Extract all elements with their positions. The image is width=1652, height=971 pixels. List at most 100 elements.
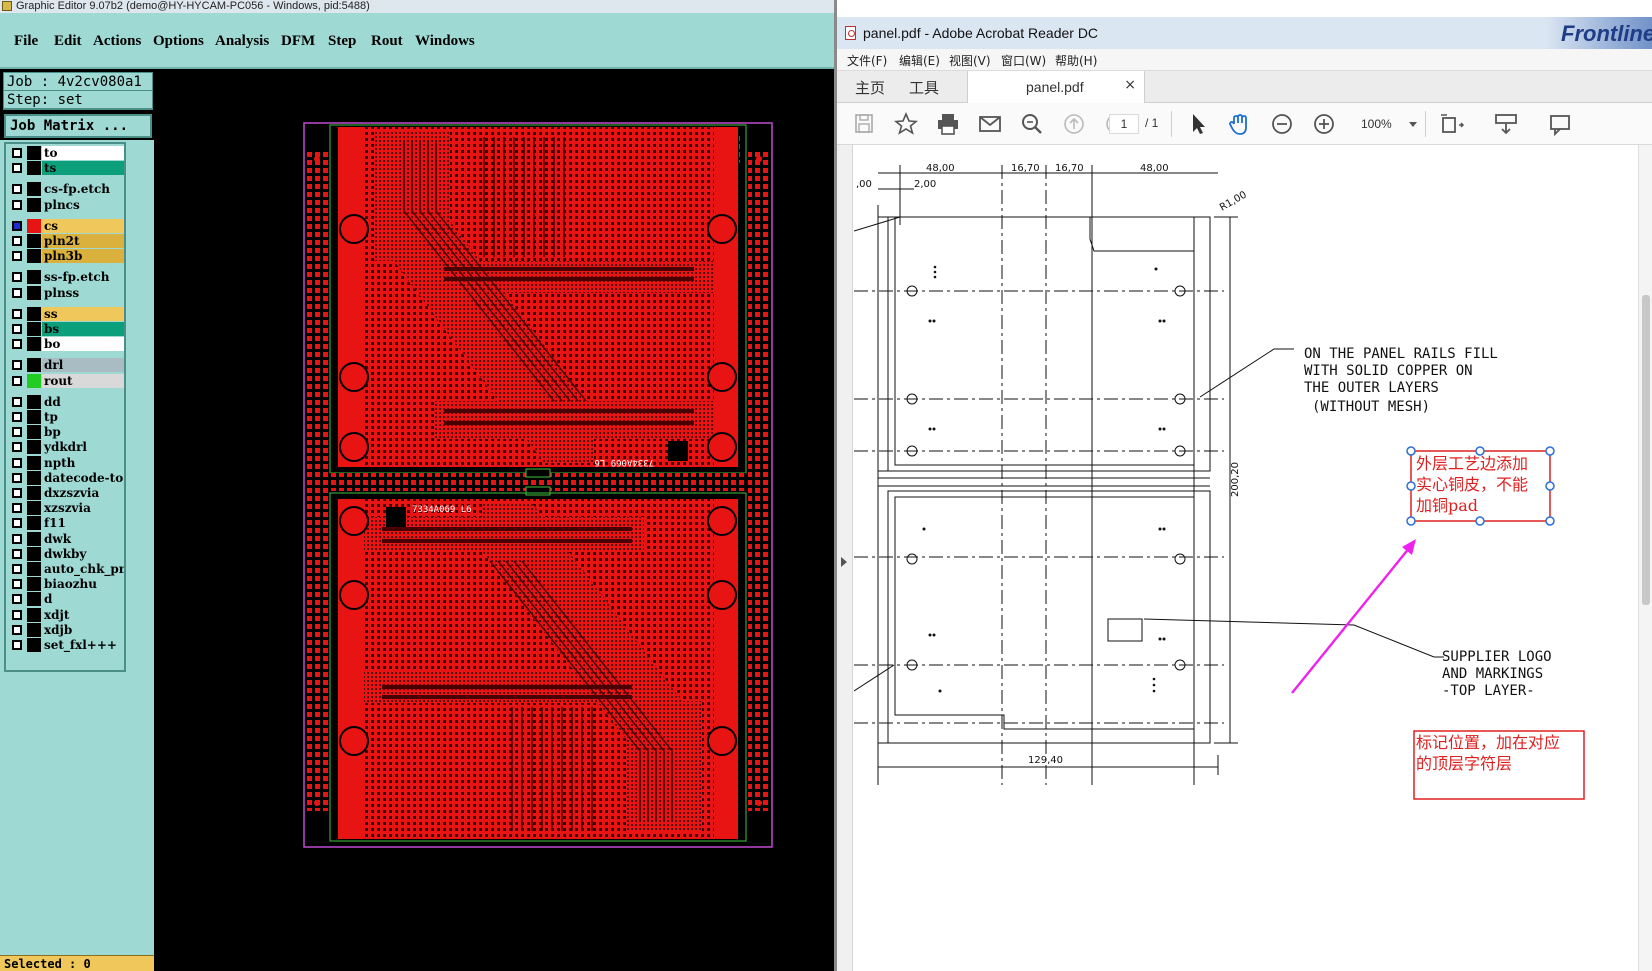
layer-row[interactable]: pln2t [8,234,124,248]
layer-checkbox[interactable] [12,396,22,407]
layer-row[interactable]: pln3b [8,249,124,264]
layer-row[interactable]: biaozhu [8,577,124,592]
layer-name[interactable]: npth [42,455,124,470]
layer-color-swatch[interactable] [27,546,41,561]
pdf-document-view[interactable]: 48,00 16,70 16,70 48,00 ,00 2,00 R1,00 2… [854,145,1634,971]
layer-color-swatch[interactable] [27,234,41,248]
layer-name[interactable]: ss-fp.etch [42,270,124,285]
layer-color-swatch[interactable] [27,577,41,592]
layer-color-swatch[interactable] [27,337,41,352]
layer-color-swatch[interactable] [27,394,41,409]
layer-color-swatch[interactable] [27,470,41,485]
fit-page-icon[interactable] [1439,112,1465,136]
layer-row[interactable]: ts [8,161,124,176]
layer-checkbox[interactable] [12,472,22,483]
layer-name[interactable]: bo [42,337,124,352]
layer-row[interactable]: plnss [8,285,124,300]
layer-row[interactable]: to [8,146,124,160]
layer-checkbox[interactable] [12,375,22,386]
layer-color-swatch[interactable] [27,455,41,470]
layer-row[interactable]: auto_chk_pnl [8,562,124,576]
layer-row[interactable]: plncs [8,197,124,212]
layer-row[interactable]: dd [8,394,124,409]
layer-checkbox[interactable] [12,272,22,283]
layer-checkbox[interactable] [12,184,22,195]
layer-name[interactable]: dwk [42,531,124,546]
layer-row[interactable]: xzszvia [8,501,124,516]
layer-name[interactable]: cs [42,218,124,233]
layer-name[interactable]: f11 [42,516,124,531]
layer-row[interactable]: bo [8,337,124,352]
layer-color-swatch[interactable] [27,440,41,455]
menu-help-cn[interactable]: 帮助(H) [1055,52,1097,69]
layer-checkbox[interactable] [12,412,22,422]
menu-analysis[interactable]: Analysis [215,33,269,50]
layer-checkbox[interactable] [12,360,22,371]
layer-color-swatch[interactable] [27,531,41,546]
layer-name[interactable]: bp [42,425,124,440]
menu-windows[interactable]: Windows [415,33,475,50]
layer-color-swatch[interactable] [27,638,41,652]
layer-name[interactable]: tp [42,410,124,424]
layer-name[interactable]: rout [42,373,124,388]
layer-color-swatch[interactable] [27,562,41,576]
layer-checkbox[interactable] [12,199,22,210]
layer-color-swatch[interactable] [27,218,41,233]
layer-name[interactable]: datecode-to [42,470,124,485]
layer-color-swatch[interactable] [27,197,41,212]
layer-row[interactable]: xdjb [8,622,124,637]
layer-checkbox[interactable] [12,442,22,453]
menu-actions[interactable]: Actions [93,33,141,50]
layer-checkbox[interactable] [12,533,22,544]
layer-color-swatch[interactable] [27,182,41,197]
layer-checkbox[interactable] [12,308,22,319]
email-icon[interactable] [977,112,1003,136]
layer-name[interactable]: cs-fp.etch [42,182,124,197]
layer-row[interactable]: dwk [8,531,124,546]
menu-file[interactable]: File [14,33,38,50]
layer-checkbox[interactable] [12,564,22,574]
layer-checkbox[interactable] [12,624,22,635]
layer-color-swatch[interactable] [27,410,41,424]
layer-checkbox[interactable] [12,594,22,605]
menu-step[interactable]: Step [328,33,356,50]
layer-checkbox[interactable] [12,609,22,620]
bookmark-star-icon[interactable] [893,111,919,136]
layer-name[interactable]: pln2t [42,234,124,248]
layer-name[interactable]: dd [42,394,124,409]
graphics-canvas[interactable]: 7334A069 L6 7334A069 L6 [154,71,834,971]
layer-row[interactable]: d [8,592,124,607]
layer-color-swatch[interactable] [27,592,41,607]
layer-row[interactable]: f11 [8,516,124,531]
layer-checkbox[interactable] [12,457,22,468]
layer-checkbox[interactable] [12,324,22,334]
layer-color-swatch[interactable] [27,607,41,622]
layer-name[interactable]: biaozhu [42,577,124,592]
layer-checkbox[interactable] [12,640,22,650]
layer-checkbox[interactable] [12,503,22,514]
layer-row[interactable]: xdjt [8,607,124,622]
comment-icon[interactable] [1547,112,1573,137]
layer-color-swatch[interactable] [27,358,41,373]
zoom-out-icon[interactable] [1269,112,1295,136]
layer-row[interactable]: datecode-to [8,470,124,485]
layer-color-swatch[interactable] [27,373,41,388]
scrollbar-thumb[interactable] [1642,295,1650,605]
zoom-in-icon[interactable] [1311,112,1337,136]
print-icon[interactable] [935,112,961,136]
layer-row[interactable]: bp [8,425,124,440]
layer-checkbox[interactable] [12,236,22,246]
tab-home[interactable]: 主页 [855,77,885,98]
layer-name[interactable]: ydkdrl [42,440,124,455]
layer-color-swatch[interactable] [27,146,41,160]
layer-row[interactable]: cs [8,218,124,233]
layer-row[interactable]: ss-fp.etch [8,270,124,285]
page-number-input[interactable]: 1 [1109,114,1139,134]
layer-name[interactable]: plncs [42,197,124,212]
menu-edit[interactable]: Edit [54,33,82,50]
layer-name[interactable]: pln3b [42,249,124,264]
layer-checkbox[interactable] [12,251,22,262]
layer-name[interactable]: xdjb [42,622,124,637]
layer-checkbox[interactable] [12,163,22,174]
layer-name[interactable]: ss [42,306,124,321]
